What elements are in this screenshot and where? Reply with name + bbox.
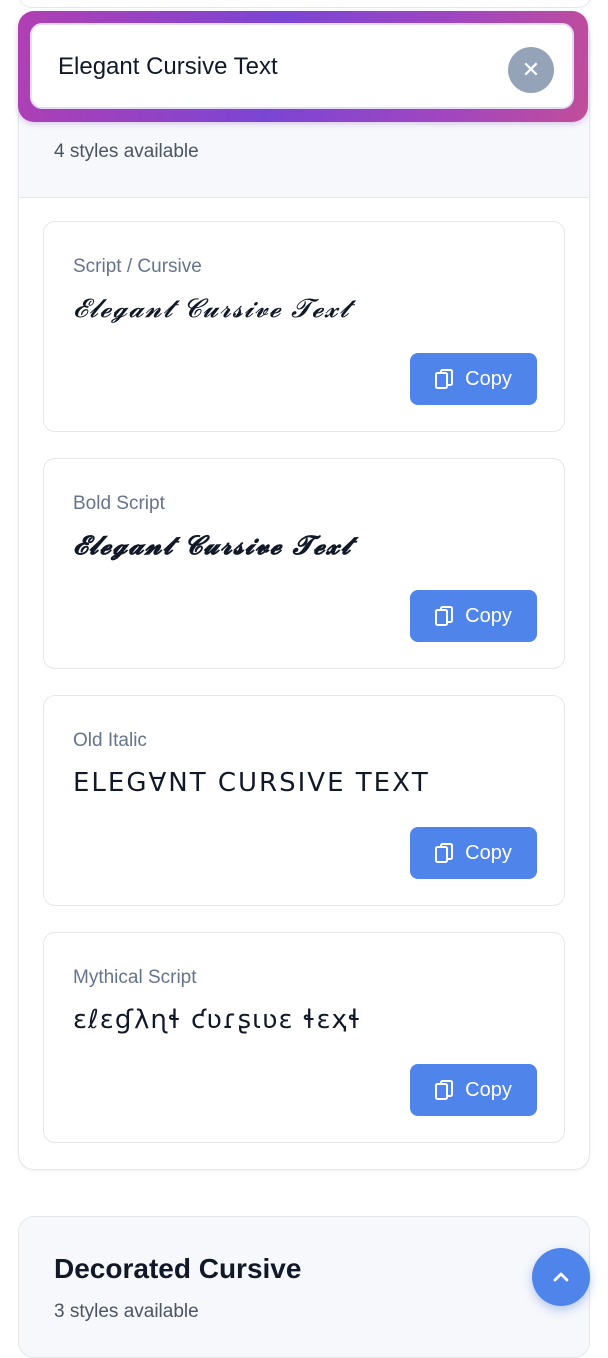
copy-button-label: Copy	[465, 604, 512, 627]
copy-icon	[435, 1080, 454, 1100]
search-box: ✕	[30, 23, 574, 109]
copy-icon	[435, 843, 454, 863]
style-card-bold-script: Bold Script 𝓔𝓵𝓮𝓰𝓪𝓷𝓽 𝓒𝓾𝓻𝓼𝓲𝓿𝓮 𝓣𝓮𝔁𝓽 Copy	[43, 458, 565, 669]
copy-button[interactable]: Copy	[410, 1064, 537, 1116]
style-label: Script / Cursive	[73, 256, 202, 277]
style-preview: 𝓔𝓵𝓮𝓰𝓪𝓷𝓽 𝓒𝓾𝓻𝓼𝓲𝓿𝓮 𝓣𝓮𝔁𝓽	[73, 294, 351, 324]
section-decorated-cursive: Decorated Cursive 3 styles available	[18, 1216, 590, 1358]
style-preview: ꓰꓡꓰꓖꓯꓠꓔ ꓚꓴꓣꓢꓲꓦꓰ ꓔꓰꓫꓔ	[73, 768, 430, 798]
style-card-mythical-script: Mythical Script ɛℓɛɠλɳɬ ƈʋɾʂɩʋɛ ɬɛҳɬ Cop…	[43, 932, 565, 1143]
section-title: Decorated Cursive	[54, 1253, 302, 1284]
copy-button-label: Copy	[465, 1078, 512, 1101]
copy-button[interactable]: Copy	[410, 827, 537, 879]
copy-icon	[435, 369, 454, 389]
copy-button[interactable]: Copy	[410, 590, 537, 642]
scroll-to-top-button[interactable]	[532, 1248, 590, 1306]
copy-button-label: Copy	[465, 841, 512, 864]
style-label: Bold Script	[73, 493, 165, 514]
previous-section-edge	[18, 0, 592, 8]
styles-count: 4 styles available	[54, 141, 199, 162]
clear-search-button[interactable]: ✕	[508, 47, 554, 93]
chevron-up-icon	[553, 1272, 569, 1282]
styles-count: 3 styles available	[54, 1301, 199, 1322]
style-card-old-italic: Old Italic ꓰꓡꓰꓖꓯꓠꓔ ꓚꓴꓣꓢꓲꓦꓰ ꓔꓰꓫꓔ Copy	[43, 695, 565, 906]
style-preview: ɛℓɛɠλɳɬ ƈʋɾʂɩʋɛ ɬɛҳɬ	[73, 1005, 362, 1035]
search-input[interactable]	[56, 47, 500, 87]
copy-icon	[435, 606, 454, 626]
style-label: Old Italic	[73, 730, 147, 751]
style-card-script-cursive: Script / Cursive 𝓔𝓵𝓮𝓰𝓪𝓷𝓽 𝓒𝓾𝓻𝓼𝓲𝓿𝓮 𝓣𝓮𝔁𝓽 Co…	[43, 221, 565, 432]
style-section: 4 styles available Script / Cursive 𝓔𝓵𝓮𝓰…	[18, 20, 590, 1170]
copy-button[interactable]: Copy	[410, 353, 537, 405]
style-preview: 𝓔𝓵𝓮𝓰𝓪𝓷𝓽 𝓒𝓾𝓻𝓼𝓲𝓿𝓮 𝓣𝓮𝔁𝓽	[73, 531, 352, 561]
style-label: Mythical Script	[73, 967, 197, 988]
copy-button-label: Copy	[465, 367, 512, 390]
search-bar-frame: ✕	[18, 11, 588, 122]
close-icon: ✕	[521, 57, 541, 82]
